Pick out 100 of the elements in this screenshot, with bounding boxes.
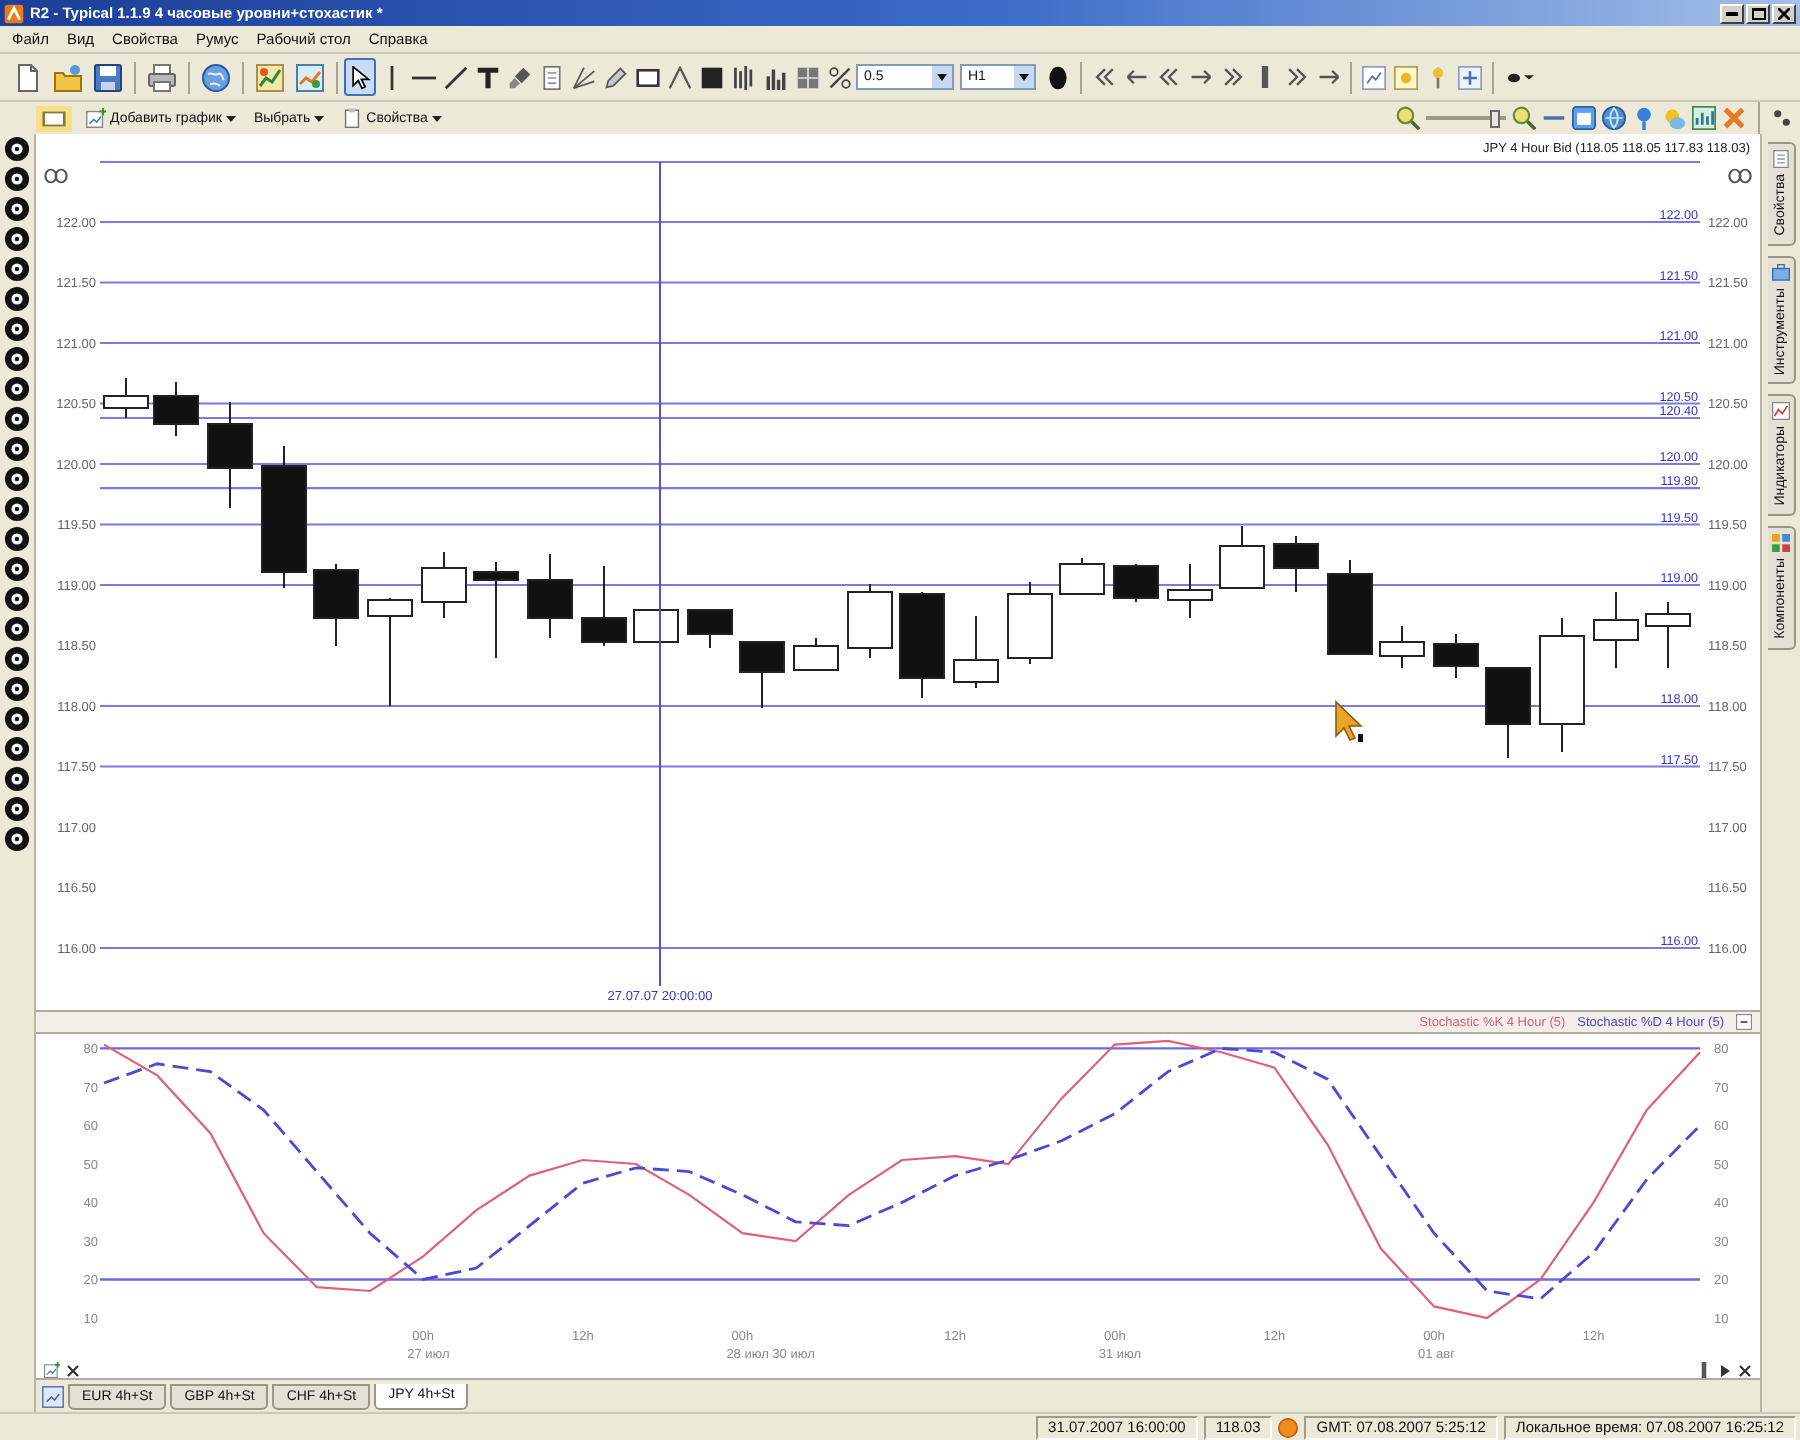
window-icon[interactable] xyxy=(1572,106,1596,130)
round-tool-icon[interactable] xyxy=(4,526,30,552)
round-tool-icon[interactable] xyxy=(4,376,30,402)
panel-toggle-icon[interactable] xyxy=(1736,1014,1752,1030)
printer-icon[interactable] xyxy=(148,63,176,91)
candlestick xyxy=(847,583,893,659)
round-tool-icon[interactable] xyxy=(4,496,30,522)
clipboard-icon xyxy=(342,108,363,128)
oval-icon[interactable] xyxy=(1046,65,1070,89)
close-button[interactable] xyxy=(1772,3,1796,23)
text-tool-icon xyxy=(476,65,500,89)
round-tool-icon[interactable] xyxy=(4,316,30,342)
round-tool-icon[interactable] xyxy=(4,676,30,702)
play-icon[interactable] xyxy=(1718,1363,1732,1377)
round-tool-icon[interactable] xyxy=(4,256,30,282)
filled-square-icon[interactable] xyxy=(700,65,724,89)
new-file-icon[interactable] xyxy=(14,63,42,91)
chart-icon[interactable] xyxy=(1692,106,1716,130)
percent-icon[interactable] xyxy=(828,65,852,89)
candlestick xyxy=(1273,535,1319,593)
add-chart-icon[interactable] xyxy=(44,1362,60,1378)
fan-lines-icon xyxy=(572,65,596,89)
save-icon[interactable] xyxy=(94,63,122,91)
rectangle-icon xyxy=(636,65,660,89)
candlestick xyxy=(739,641,785,709)
candlestick xyxy=(103,377,149,419)
candlestick xyxy=(1113,563,1159,603)
chevrons-right-icon[interactable] xyxy=(1285,66,1307,88)
round-tool-icon[interactable] xyxy=(4,766,30,792)
window-icon[interactable] xyxy=(36,105,72,131)
plus-icon[interactable] xyxy=(1458,65,1482,89)
globe-icon[interactable] xyxy=(1602,106,1626,130)
round-tool-icon[interactable] xyxy=(4,736,30,762)
round-tool-icon[interactable] xyxy=(4,706,30,732)
candlestick xyxy=(953,615,999,689)
round-tool-icon[interactable] xyxy=(4,586,30,612)
folder-icon[interactable] xyxy=(54,63,82,91)
globe-icon[interactable] xyxy=(202,63,230,91)
round-tool-icon[interactable] xyxy=(4,646,30,672)
maximize-button[interactable] xyxy=(1746,3,1770,23)
round-tool-icon[interactable] xyxy=(4,196,30,222)
candlestick xyxy=(473,561,519,659)
chart-window-icon[interactable] xyxy=(1362,65,1386,89)
round-tool-icon[interactable] xyxy=(4,436,30,462)
round-tool-icon[interactable] xyxy=(4,796,30,822)
bar-icon[interactable] xyxy=(1696,1362,1712,1378)
round-tool-icon[interactable] xyxy=(4,136,30,162)
candlestick xyxy=(1167,563,1213,619)
app-logo-icon xyxy=(4,3,24,23)
candlestick xyxy=(1327,559,1373,655)
caret-icon xyxy=(431,115,442,121)
candlestick xyxy=(261,445,307,589)
arrow-left-icon[interactable] xyxy=(1125,66,1147,88)
round-tool-icon[interactable] xyxy=(4,166,30,192)
diagonal-line-icon xyxy=(444,65,468,89)
chevrons-left-icon[interactable] xyxy=(1157,66,1179,88)
candlestick xyxy=(1007,581,1053,665)
chevrons-right-icon[interactable] xyxy=(1221,66,1243,88)
zoom-slider[interactable] xyxy=(1426,107,1506,129)
chevrons-left-icon[interactable] xyxy=(1093,66,1115,88)
grid-icon[interactable] xyxy=(796,65,820,89)
round-tool-icon[interactable] xyxy=(4,406,30,432)
candlestick xyxy=(1219,525,1265,589)
brush-icon xyxy=(508,65,532,89)
candlestick xyxy=(1593,591,1639,669)
candlestick xyxy=(899,591,945,699)
round-tool-icon[interactable] xyxy=(4,556,30,582)
arrow-right-icon[interactable] xyxy=(1189,66,1211,88)
pin-icon[interactable] xyxy=(1632,106,1656,130)
dots-icon[interactable] xyxy=(1772,108,1792,128)
arrow-right-icon[interactable] xyxy=(1317,66,1339,88)
zoom-in-icon[interactable] xyxy=(1512,106,1536,130)
pencil-icon xyxy=(604,65,628,89)
cursor-arrow-icon xyxy=(348,65,372,89)
round-tool-icon[interactable] xyxy=(4,616,30,642)
chart-icon[interactable] xyxy=(296,63,324,91)
round-tool-icon[interactable] xyxy=(4,466,30,492)
round-tool-icon[interactable] xyxy=(4,226,30,252)
chain-link-icon[interactable] xyxy=(1728,168,1752,184)
pointer-tool-button[interactable] xyxy=(344,58,376,96)
chain-link-icon[interactable] xyxy=(44,168,68,184)
close-icon[interactable] xyxy=(66,1363,80,1377)
candlestick xyxy=(367,597,413,707)
bars-icon[interactable] xyxy=(732,65,756,89)
candlestick xyxy=(207,401,253,509)
round-tool-icon[interactable] xyxy=(4,286,30,312)
graph-icon xyxy=(1771,402,1789,421)
candlestick xyxy=(1485,667,1531,759)
candlestick xyxy=(153,381,199,437)
round-tool-icon[interactable] xyxy=(4,346,30,372)
sun-tile-icon[interactable] xyxy=(1394,65,1418,89)
column-chart-icon[interactable] xyxy=(764,65,788,89)
round-tool-icon[interactable] xyxy=(4,826,30,852)
zoom-out-icon[interactable] xyxy=(1396,106,1420,130)
minimize-button[interactable] xyxy=(1720,3,1744,23)
slider-thumb[interactable] xyxy=(1489,109,1499,127)
chart-tab-icon[interactable] xyxy=(42,1385,64,1407)
candlestick xyxy=(633,609,679,643)
close-icon[interactable] xyxy=(1738,1363,1752,1377)
chart-icon[interactable] xyxy=(256,63,284,91)
